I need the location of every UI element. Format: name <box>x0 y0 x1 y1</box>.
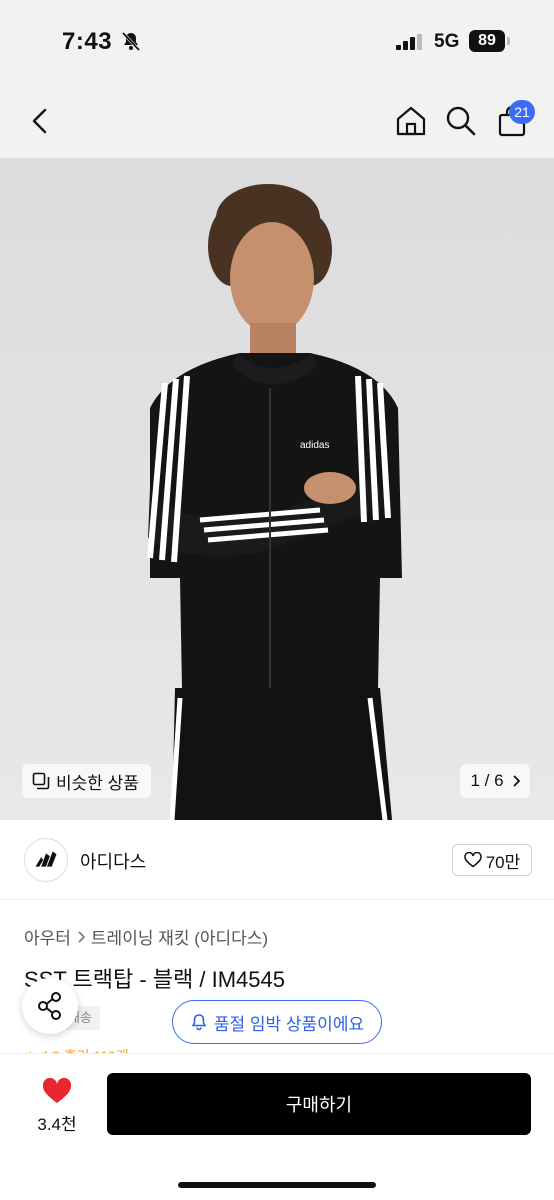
heart-filled-icon <box>42 1077 72 1103</box>
brand-like-button[interactable]: 70만 <box>452 844 532 876</box>
chevron-right-icon <box>512 775 520 787</box>
top-nav-bar <box>0 80 554 158</box>
svg-text:adidas: adidas <box>300 440 329 451</box>
status-bar: 7:43 5G 89 <box>0 0 554 80</box>
status-time: 7:43 <box>62 28 113 55</box>
battery-level: 89 <box>469 30 505 52</box>
back-icon[interactable] <box>26 104 54 138</box>
breadcrumb-subcategory[interactable]: 트레이닝 재킷 (아디다스) <box>91 924 268 949</box>
wishlist-button[interactable]: 3.4천 <box>30 1074 84 1134</box>
bell-icon <box>191 1014 207 1031</box>
breadcrumb-category[interactable]: 아우터 <box>24 924 71 949</box>
wishlist-count: 3.4천 <box>37 1115 77 1134</box>
signal-icon <box>396 34 422 50</box>
image-pager-text: 1 / 6 <box>470 771 504 790</box>
cart-count-badge: 21 <box>509 100 535 124</box>
heart-outline-icon <box>463 852 482 868</box>
home-icon[interactable] <box>394 104 428 138</box>
brand-logo[interactable] <box>24 838 68 882</box>
low-stock-notice[interactable]: 품절 임박 상품이에요 <box>172 1000 382 1044</box>
copy-icon <box>32 772 50 790</box>
breadcrumb: 아우터 트레이닝 재킷 (아디다스) <box>24 924 268 949</box>
share-button[interactable] <box>22 978 78 1034</box>
network-type: 5G <box>434 31 460 52</box>
share-icon <box>38 992 61 1020</box>
product-image[interactable]: adidas <box>0 158 554 820</box>
similar-products-label: 비슷한 상품 <box>56 773 139 793</box>
image-pager-button[interactable]: 1 / 6 <box>460 764 530 798</box>
chevron-right-icon <box>78 930 85 943</box>
low-stock-label: 품절 임박 상품이에요 <box>213 1014 365 1034</box>
brand-name[interactable]: 아디다스 <box>80 848 146 874</box>
similar-products-button[interactable]: 비슷한 상품 <box>22 764 151 798</box>
model-photo: adidas <box>147 184 402 820</box>
battery-tip <box>507 37 510 45</box>
search-icon[interactable] <box>444 104 478 138</box>
bell-off-icon <box>121 31 141 52</box>
purchase-bar: 3.4천 구매하기 <box>0 1054 554 1200</box>
brand-like-count: 70만 <box>485 852 521 872</box>
brand-row[interactable]: 아디다스 70만 <box>0 820 554 900</box>
home-indicator <box>178 1182 376 1188</box>
buy-button[interactable]: 구매하기 <box>107 1073 531 1135</box>
